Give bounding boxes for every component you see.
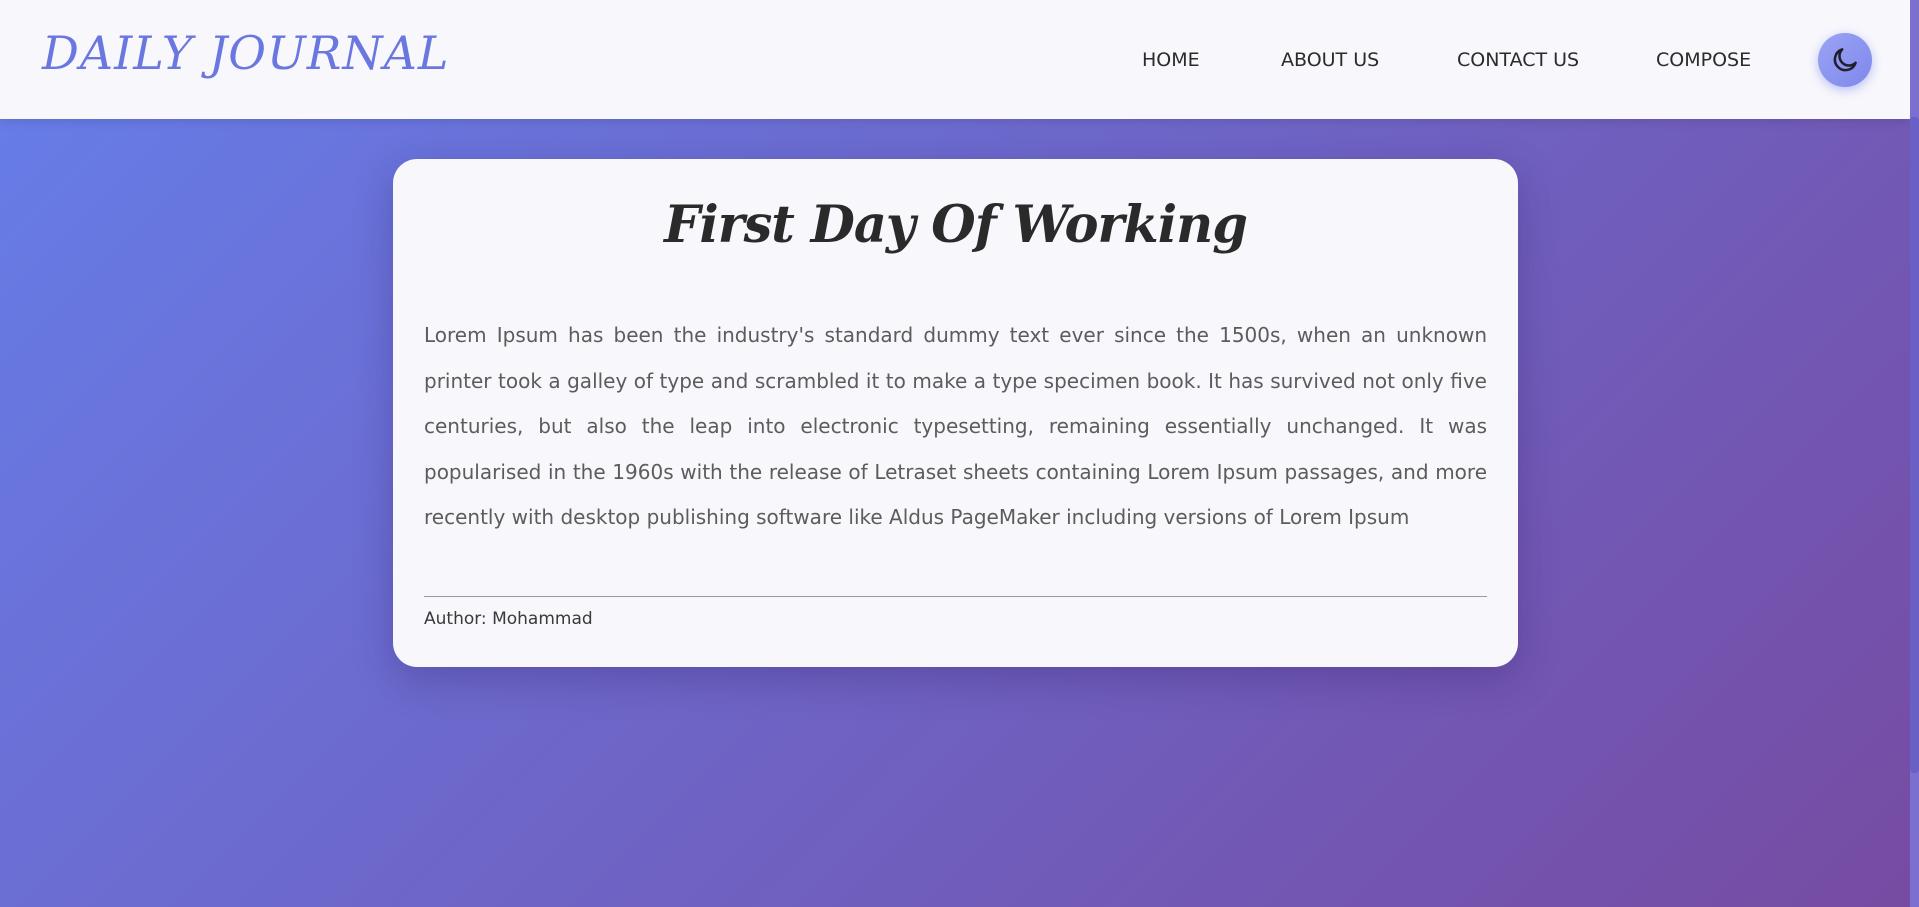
post-author: Author: Mohammad: [424, 609, 593, 629]
post-body: Lorem Ipsum has been the industry's stan…: [424, 323, 1487, 529]
scrollbar-thumb[interactable]: [1910, 117, 1919, 773]
moon-icon: [1833, 48, 1857, 72]
nav-link-contact-us[interactable]: CONTACT US: [1457, 47, 1579, 73]
nav-link-home[interactable]: HOME: [1142, 47, 1200, 73]
nav-link-about-us[interactable]: ABOUT US: [1281, 47, 1379, 73]
post-title: First Day Of Working: [664, 195, 1248, 255]
theme-toggle-button[interactable]: [1818, 33, 1872, 87]
nav-links: HOME ABOUT US CONTACT US COMPOSE: [0, 47, 1910, 73]
navbar: DAILY JOURNAL HOME ABOUT US CONTACT US C…: [0, 0, 1910, 119]
post-card: First Day Of Working Lorem Ipsum has bee…: [393, 159, 1518, 667]
divider: [424, 596, 1487, 597]
nav-link-compose[interactable]: COMPOSE: [1656, 47, 1751, 73]
